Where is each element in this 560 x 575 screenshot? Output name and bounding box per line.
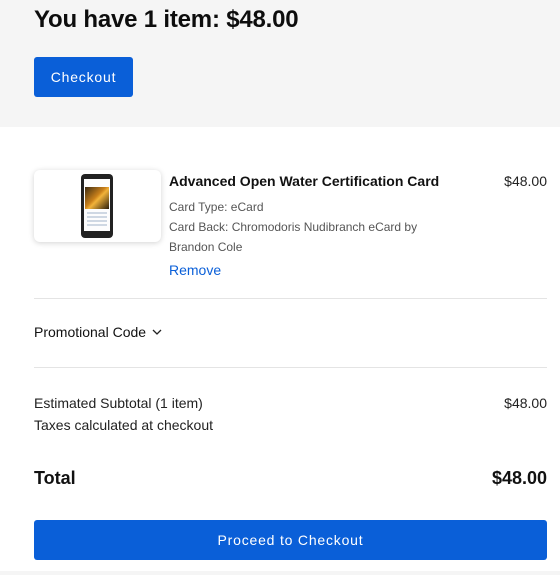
cart-header: You have 1 item: $48.00 Checkout [0,0,560,127]
card-type: Card Type: eCard [169,200,264,214]
item-thumbnail [34,170,161,242]
divider [34,367,547,368]
phone-card-preview-icon [81,174,113,238]
subtotal-label: Estimated Subtotal (1 item) [34,395,203,411]
total-label: Total [34,468,76,488]
proceed-to-checkout-button[interactable]: Proceed to Checkout [34,520,547,560]
footer-strip [0,571,560,575]
taxes-note: Taxes calculated at checkout [34,417,213,433]
divider [34,298,547,299]
item-price: $48.00 [504,173,547,189]
total-value: $48.00 [491,468,547,488]
remove-link[interactable]: Remove [169,262,221,278]
chevron-down-icon [152,329,162,335]
promo-code-toggle[interactable]: Promotional Code [34,324,162,340]
subtotal-value: $48.00 [504,395,547,411]
page-title: You have 1 item: $48.00 [34,6,299,33]
item-name[interactable]: Advanced Open Water Certification Card [169,173,439,189]
promo-code-label: Promotional Code [34,324,147,340]
card-back: Card Back: Chromodoris Nudibranch eCard … [169,220,418,254]
checkout-button[interactable]: Checkout [34,57,133,97]
